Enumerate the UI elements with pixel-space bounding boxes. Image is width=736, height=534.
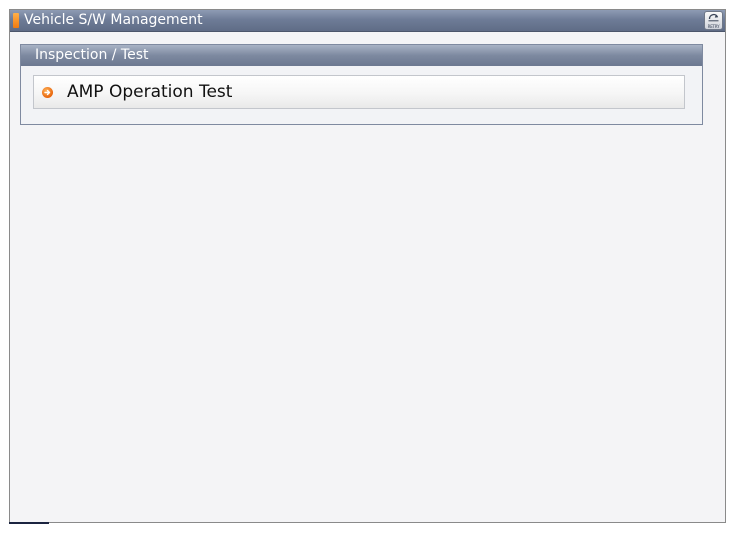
orange-bar-icon — [13, 13, 19, 28]
panel-header: Inspection / Test — [21, 45, 702, 66]
retry-label: RETRY — [707, 24, 720, 29]
retry-icon — [708, 13, 719, 22]
inspection-test-panel: Inspection / Test AMP Operation Test — [20, 44, 703, 125]
title-bar: Vehicle S/W Management RETRY — [10, 10, 725, 32]
menu-item-label: AMP Operation Test — [67, 82, 233, 102]
retry-button[interactable]: RETRY — [704, 11, 723, 30]
window-title: Vehicle S/W Management — [24, 12, 203, 28]
corner-decoration — [9, 522, 49, 524]
main-window: Vehicle S/W Management RETRY Inspection … — [9, 9, 726, 523]
menu-item-amp-operation-test[interactable]: AMP Operation Test — [33, 75, 685, 109]
panel-title: Inspection / Test — [35, 47, 149, 63]
orange-arrow-bullet-icon — [42, 87, 53, 98]
